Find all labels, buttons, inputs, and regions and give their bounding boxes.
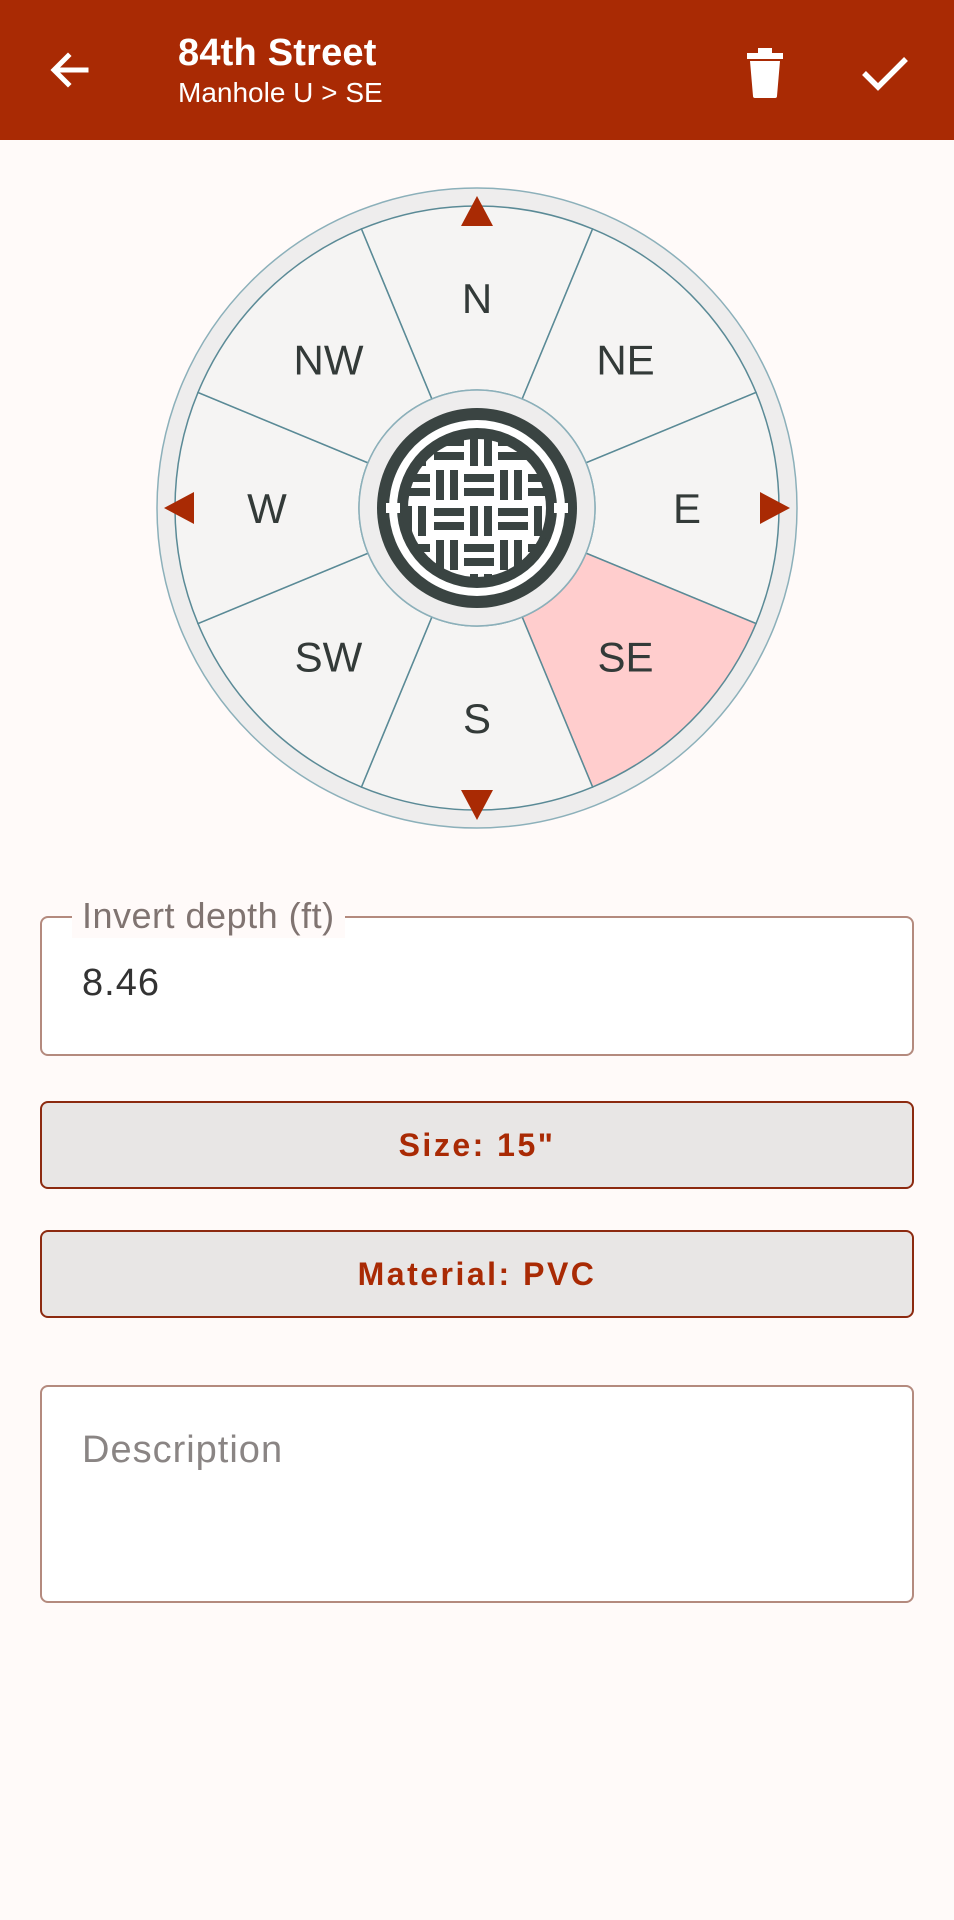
page-title: 84th Street bbox=[178, 32, 377, 74]
invert-depth-field[interactable]: Invert depth (ft) 8.46 bbox=[40, 894, 914, 1056]
description-field[interactable]: Description bbox=[40, 1385, 914, 1603]
material-button[interactable]: Material: PVC bbox=[40, 1230, 914, 1318]
compass-label-s: S bbox=[463, 695, 491, 742]
manhole-cover-icon bbox=[377, 408, 577, 608]
compass-label-sw: SW bbox=[295, 633, 363, 680]
compass-label-ne: NE bbox=[596, 337, 654, 384]
check-icon bbox=[862, 57, 908, 91]
compass-label-w: W bbox=[247, 485, 287, 532]
delete-button[interactable] bbox=[730, 38, 800, 108]
page-subtitle: Manhole U > SE bbox=[178, 77, 383, 108]
invert-depth-label: Invert depth (ft) bbox=[72, 894, 345, 938]
invert-depth-value[interactable]: 8.46 bbox=[82, 962, 160, 1005]
compass-label-e: E bbox=[673, 485, 701, 532]
trash-icon bbox=[747, 48, 783, 98]
arrow-left-icon bbox=[50, 52, 89, 88]
compass-label-nw: NW bbox=[294, 337, 364, 384]
compass-label-n: N bbox=[462, 275, 492, 322]
confirm-button[interactable] bbox=[850, 38, 920, 108]
app-bar: 84th Street Manhole U > SE bbox=[0, 0, 954, 140]
description-placeholder: Description bbox=[82, 1429, 284, 1471]
title-block: 84th Street Manhole U > SE bbox=[178, 30, 383, 110]
size-button[interactable]: Size: 15" bbox=[40, 1101, 914, 1189]
compass-label-se: SE bbox=[597, 633, 653, 680]
back-button[interactable] bbox=[38, 38, 102, 102]
direction-compass: N NE E SE S SW W NW bbox=[156, 187, 798, 829]
